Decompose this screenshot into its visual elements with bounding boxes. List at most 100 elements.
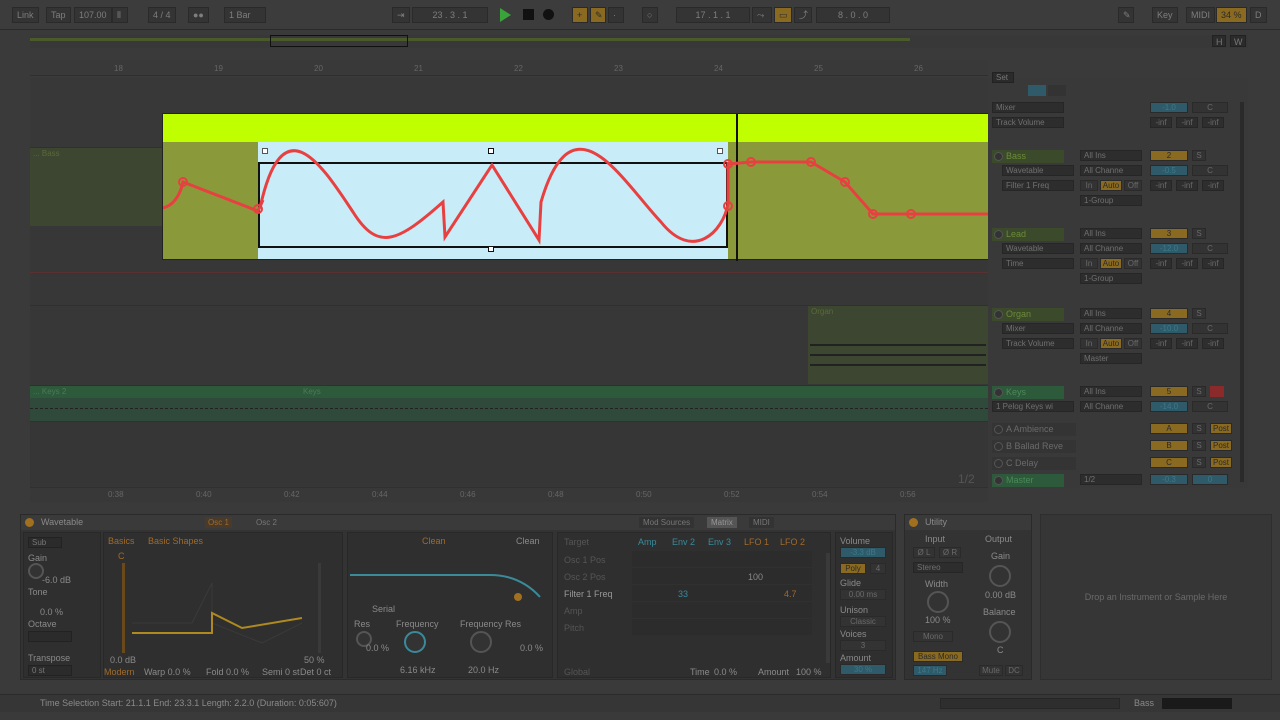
semi-value[interactable]: Semi 0 st <box>262 667 300 677</box>
bass-mono-button[interactable]: Bass Mono <box>913 651 963 662</box>
fold-icon[interactable] <box>994 152 1003 161</box>
device-select[interactable]: Mixer <box>1002 323 1074 334</box>
punch-in-icon[interactable]: ⤳ <box>752 7 772 23</box>
automation-arm-icon[interactable]: ✎ <box>590 7 606 23</box>
track-header-bass[interactable]: Bass <box>992 150 1064 163</box>
detune-value[interactable]: Det 0 ct <box>300 667 331 677</box>
mono-button[interactable]: Mono <box>913 631 953 642</box>
automation-mode-icon[interactable] <box>1028 85 1046 96</box>
transpose-field[interactable]: 0 st <box>28 665 72 676</box>
output-select[interactable]: Master <box>1080 353 1142 364</box>
solo-button[interactable]: S <box>1192 440 1206 451</box>
master-pan[interactable]: 0 <box>1192 474 1228 485</box>
voices-field[interactable]: 3 <box>840 640 886 651</box>
output-select[interactable]: 1-Group <box>1080 195 1142 206</box>
monitor-auto[interactable]: Auto <box>1100 180 1122 191</box>
glide-field[interactable]: 0.00 ms <box>840 589 886 600</box>
draw-mode-icon[interactable]: ✎ <box>1118 7 1134 23</box>
keys-track-lane[interactable]: ... Keys 2 Keys <box>30 386 988 422</box>
wavetable-select[interactable]: Basic Shapes <box>148 536 203 546</box>
song-position[interactable]: 23 . 3 . 1 <box>412 7 488 23</box>
matrix-cell-lfo2-filter[interactable]: 4.7 <box>784 589 797 599</box>
master-param-select[interactable]: Track Volume <box>992 117 1064 128</box>
osc2-tab[interactable]: Osc 2 <box>253 517 280 528</box>
track-number[interactable]: 5 <box>1150 386 1188 397</box>
filter2-type[interactable]: Clean <box>516 536 540 546</box>
volume-field[interactable]: -10.0 <box>1150 323 1188 334</box>
filter2-freq-knob[interactable] <box>470 631 492 653</box>
track-header-lead[interactable]: Lead <box>992 228 1064 241</box>
master-cue-select[interactable]: 1/2 <box>1080 474 1142 485</box>
poly-voices[interactable]: 4 <box>870 563 886 574</box>
unison-amount[interactable]: 30 % <box>840 664 886 675</box>
midi-map-button[interactable]: MIDI <box>1186 7 1215 23</box>
clip-bass[interactable]: ... Bass <box>30 148 162 226</box>
master-volume[interactable]: -0.3 <box>1150 474 1188 485</box>
device-title-bar[interactable]: Wavetable Osc 1 Osc 2 Mod Sources Matrix… <box>21 515 895 530</box>
monitor-auto[interactable]: Auto <box>1100 258 1122 269</box>
meter-field[interactable]: 4 / 4 <box>148 7 176 23</box>
post-button[interactable]: Post <box>1210 440 1232 451</box>
fold-icon[interactable] <box>994 388 1003 397</box>
fold-icon[interactable] <box>994 310 1003 319</box>
volume-field[interactable]: -14.0 <box>1150 401 1188 412</box>
matrix-row[interactable]: Amp <box>564 606 583 616</box>
unison-select[interactable]: Classic <box>840 616 886 627</box>
pan-field[interactable]: C <box>1192 323 1228 334</box>
punch-out-icon[interactable]: ⤴ <box>794 7 812 23</box>
loop-start[interactable]: 17 . 1 . 1 <box>676 7 750 23</box>
nudge-icon[interactable]: ⦀ <box>112 7 128 23</box>
monitor-off[interactable]: Off <box>1124 338 1142 349</box>
time-ruler[interactable]: 0:38 0:40 0:42 0:44 0:46 0:48 0:50 0:52 … <box>30 488 988 502</box>
position-slider[interactable] <box>122 563 125 653</box>
device-select[interactable]: Wavetable <box>1002 165 1074 176</box>
phase-l-button[interactable]: Ø L <box>913 547 935 558</box>
loop-record-icon[interactable]: ○ <box>642 7 658 23</box>
track-number[interactable]: 2 <box>1150 150 1188 161</box>
metronome-icon[interactable]: ●● <box>188 7 209 23</box>
status-scroll[interactable] <box>940 698 1120 709</box>
dc-button[interactable]: DC <box>1005 665 1023 676</box>
mute-button[interactable]: Mute <box>979 665 1003 676</box>
matrix-cell-lfo1-osc2[interactable]: 100 <box>748 572 763 582</box>
width-knob[interactable] <box>927 591 949 613</box>
octave-selector[interactable] <box>28 631 72 642</box>
channel-select[interactable]: All Channe <box>1080 323 1142 334</box>
solo-button[interactable]: S <box>1192 423 1206 434</box>
solo-button[interactable]: S <box>1192 457 1206 468</box>
clip-keys[interactable]: Keys <box>300 386 988 398</box>
monitor-in[interactable]: In <box>1080 338 1098 349</box>
play-icon[interactable] <box>500 8 511 22</box>
solo-button[interactable]: S <box>1192 150 1206 161</box>
output-select[interactable]: 1-Group <box>1080 273 1142 284</box>
key-map-button[interactable]: Key <box>1152 7 1178 23</box>
loop-length[interactable]: 8 . 0 . 0 <box>816 7 890 23</box>
overview-h-button[interactable]: H <box>1212 35 1226 47</box>
warp-value[interactable]: Warp 0.0 % <box>144 667 191 677</box>
fold-icon[interactable] <box>994 442 1003 451</box>
record-icon[interactable] <box>543 9 554 20</box>
amount-value[interactable]: 100 % <box>796 667 822 677</box>
solo-button[interactable]: S <box>1192 386 1206 397</box>
volume-field[interactable]: -3.3 dB <box>840 547 886 558</box>
routing-select[interactable]: Serial <box>372 604 395 614</box>
monitor-in[interactable]: In <box>1080 258 1098 269</box>
midi-tab[interactable]: MIDI <box>749 517 774 528</box>
pan-field[interactable]: C <box>1192 401 1228 412</box>
osc-level-slider[interactable] <box>318 563 321 653</box>
return-header-b[interactable]: B Ballad Reve <box>992 440 1076 453</box>
volume-field[interactable]: -12.0 <box>1150 243 1188 254</box>
param-select[interactable]: Time <box>1002 258 1074 269</box>
utility-power-icon[interactable] <box>909 518 918 527</box>
matrix-row[interactable]: Osc 2 Pos <box>564 572 606 582</box>
beat-time-ruler[interactable]: 18 19 20 21 22 23 24 25 26 <box>30 60 988 76</box>
monitor-in[interactable]: In <box>1080 180 1098 191</box>
clip-header-bar[interactable] <box>163 114 1003 142</box>
capture-icon[interactable]: · <box>608 7 624 23</box>
wavetable-category[interactable]: Basics <box>108 536 135 546</box>
master-device-select[interactable]: Mixer <box>992 102 1064 113</box>
fold-icon[interactable] <box>994 459 1003 468</box>
bass-clip-automation-detail[interactable] <box>162 113 1004 261</box>
return-header-c[interactable]: C Delay <box>992 457 1076 470</box>
automation-envelope[interactable] <box>163 142 1003 259</box>
